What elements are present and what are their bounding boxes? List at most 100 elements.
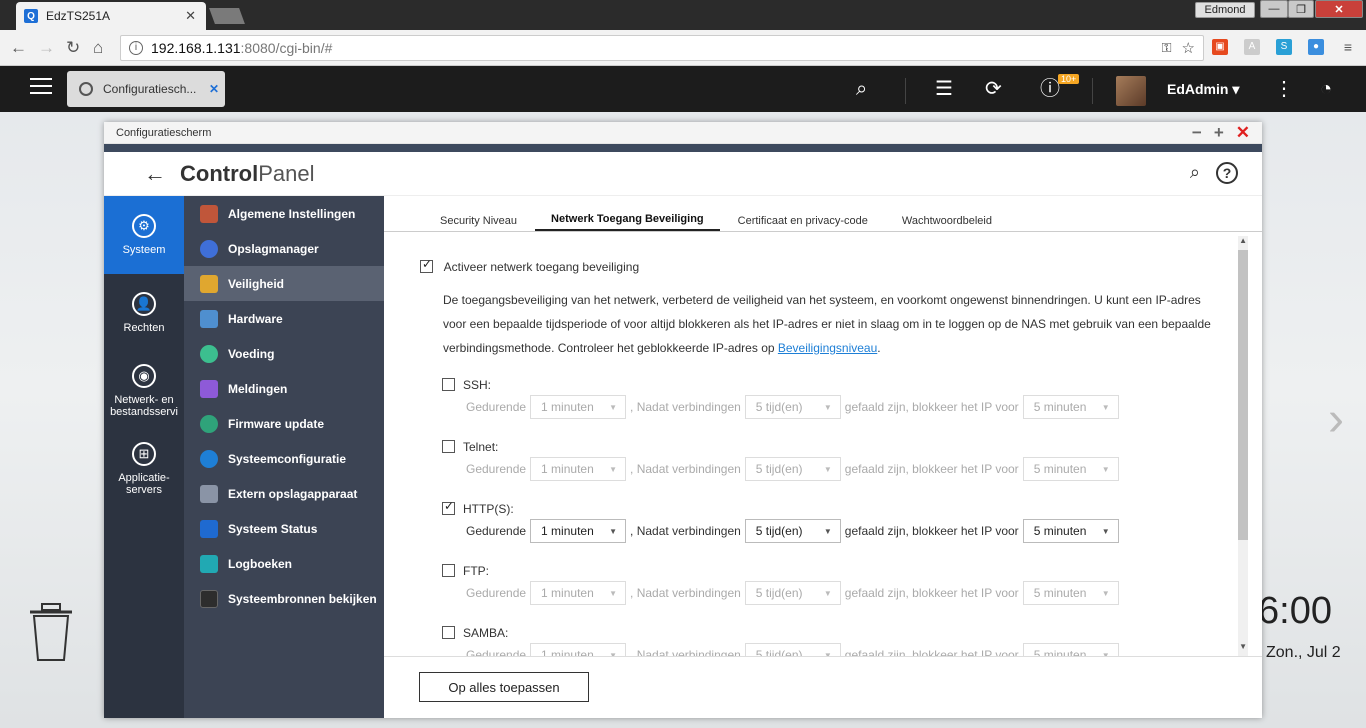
sidebar-item-logboeken[interactable]: Logboeken xyxy=(184,546,384,581)
username-dropdown[interactable]: EdAdmin ▾ xyxy=(1167,81,1239,98)
chrome-menu-icon[interactable]: ≡ xyxy=(1340,39,1356,55)
search-icon[interactable]: ⌕ xyxy=(1190,162,1200,183)
ftp-block-select[interactable]: 5 minuten ▼ xyxy=(1022,581,1119,605)
tasks-icon[interactable]: ☰ xyxy=(935,78,953,100)
ssh-checkbox[interactable] xyxy=(442,378,455,392)
footer-bar: Op alles toepassen xyxy=(384,656,1262,718)
star-icon[interactable]: ☆ xyxy=(1182,39,1195,57)
tab-security-niveau[interactable]: Security Niveau xyxy=(424,215,533,231)
sidebar-item-systeemconfiguratie[interactable]: Systeemconfiguratie xyxy=(184,441,384,476)
window-close-button[interactable]: ✕ xyxy=(1315,0,1363,18)
notifications-icon[interactable]: ⓘ xyxy=(1040,78,1060,100)
scroll-down-icon[interactable]: ▼ xyxy=(1239,642,1247,651)
lastpass-extension-icon[interactable]: ● xyxy=(1308,39,1324,55)
scrollbar-thumb[interactable] xyxy=(1238,250,1248,540)
minimize-icon[interactable]: − xyxy=(1192,123,1202,143)
more-options-icon[interactable]: ⋮ xyxy=(1274,78,1294,100)
backup-sync-icon[interactable]: ⟳ xyxy=(985,78,1002,100)
tab-wachtwoordbeleid[interactable]: Wachtwoordbeleid xyxy=(886,215,1008,231)
pdf-extension-icon[interactable]: A xyxy=(1244,39,1260,55)
beveiligingsniveau-link[interactable]: Beveiligingsniveau xyxy=(778,341,877,355)
home-icon[interactable]: ⌂ xyxy=(93,38,103,58)
https-attempts-select[interactable]: 5 tijd(en) ▼ xyxy=(744,519,841,543)
chevron-right-icon[interactable]: › xyxy=(1328,392,1344,447)
qnap-favicon-icon: Q xyxy=(24,9,38,23)
ssh-block-select[interactable]: 5 minuten ▼ xyxy=(1022,395,1119,419)
close-app-tab-icon[interactable]: ✕ xyxy=(209,82,219,96)
forward-arrow-icon[interactable]: → xyxy=(38,38,55,58)
sidebar-item-systeem[interactable]: ⚙ Systeem xyxy=(104,196,184,274)
ssh-row: SSH: xyxy=(442,378,491,392)
sidebar-item-veiligheid[interactable]: Veiligheid xyxy=(184,266,384,301)
address-bar[interactable]: i 192.168.1.131:8080/cgi-bin/# ⚿ ☆ xyxy=(120,35,1204,61)
telnet-checkbox[interactable] xyxy=(442,440,455,454)
telnet-block-select[interactable]: 5 minuten ▼ xyxy=(1022,457,1119,481)
reload-icon[interactable]: ↻ xyxy=(66,38,80,58)
office-extension-icon[interactable]: ▣ xyxy=(1212,39,1228,55)
app-tab-controlpanel[interactable]: Configuratiesch... ✕ xyxy=(67,71,225,107)
external-drive-icon xyxy=(200,484,218,503)
maximize-icon[interactable]: + xyxy=(1214,123,1224,143)
dashboard-gauge-icon[interactable]: ◔ xyxy=(1320,78,1332,100)
sidebar-item-label: Netwerk- en bestandsservi xyxy=(110,394,178,418)
sidebar-item-label: Systeem xyxy=(122,244,166,256)
sidebar-item-applicatie[interactable]: ⊞ Applicatie-servers xyxy=(104,430,184,508)
skype-extension-icon[interactable]: S xyxy=(1276,39,1292,55)
trash-icon[interactable] xyxy=(28,602,74,662)
window-maximize-button[interactable]: ❐ xyxy=(1288,0,1314,18)
samba-block-select[interactable]: 5 minuten ▼ xyxy=(1022,643,1119,656)
samba-checkbox[interactable] xyxy=(442,626,455,640)
sidebar-item-systeembronnen[interactable]: Systeembronnen bekijken xyxy=(184,581,384,616)
sidebar-item-algemene-instellingen[interactable]: Algemene Instellingen xyxy=(184,196,384,231)
ssh-attempts-select[interactable]: 5 tijd(en) ▼ xyxy=(744,395,841,419)
sidebar-item-label: Algemene Instellingen xyxy=(228,206,356,221)
sidebar-item-label: Voeding xyxy=(228,346,275,361)
https-block-select[interactable]: 5 minuten ▼ xyxy=(1022,519,1119,543)
sidebar-item-meldingen[interactable]: Meldingen xyxy=(184,371,384,406)
tab-certificaat[interactable]: Certificaat en privacy-code xyxy=(722,215,884,231)
https-checkbox[interactable] xyxy=(442,499,455,516)
scroll-up-icon[interactable]: ▲ xyxy=(1239,236,1247,245)
ftp-period-select[interactable]: 1 minuten ▼ xyxy=(530,581,627,605)
search-icon[interactable]: ⌕ xyxy=(856,78,867,100)
samba-attempts-select[interactable]: 5 tijd(en) ▼ xyxy=(744,643,841,656)
window-minimize-button[interactable]: — xyxy=(1260,0,1288,18)
back-arrow-icon[interactable]: ← xyxy=(10,38,27,58)
avatar[interactable] xyxy=(1116,76,1146,106)
sidebar-item-netwerk[interactable]: ◉ Netwerk- en bestandsservi xyxy=(104,352,184,430)
sidebar-item-hardware[interactable]: Hardware xyxy=(184,301,384,336)
enable-protection-checkbox[interactable] xyxy=(420,257,433,274)
sidebar-item-extern-opslagapparaat[interactable]: Extern opslagapparaat xyxy=(184,476,384,511)
sidebar-item-opslagmanager[interactable]: Opslagmanager xyxy=(184,231,384,266)
ftp-checkbox[interactable] xyxy=(442,564,455,578)
sidebar-item-voeding[interactable]: Voeding xyxy=(184,336,384,371)
close-tab-icon[interactable]: ✕ xyxy=(185,8,196,24)
ssh-period-select[interactable]: 1 minuten ▼ xyxy=(530,395,627,419)
sidebar-item-rechten[interactable]: 👤 Rechten xyxy=(104,274,184,352)
info-icon[interactable]: i xyxy=(129,41,143,55)
new-tab-button[interactable] xyxy=(209,8,245,24)
divider xyxy=(1092,78,1093,104)
samba-period-select[interactable]: 1 minuten ▼ xyxy=(530,643,627,656)
telnet-row: Telnet: xyxy=(442,440,498,454)
back-arrow-icon[interactable]: ← xyxy=(144,161,166,187)
apply-all-button[interactable]: Op alles toepassen xyxy=(419,672,589,702)
sidebar-item-systeem-status[interactable]: Systeem Status xyxy=(184,511,384,546)
sidebar-item-firmware-update[interactable]: Firmware update xyxy=(184,406,384,441)
close-icon[interactable]: ✕ xyxy=(1236,123,1250,143)
ftp-attempts-select[interactable]: 5 tijd(en) ▼ xyxy=(744,581,841,605)
telnet-attempts-select[interactable]: 5 tijd(en) ▼ xyxy=(744,457,841,481)
main-menu-icon[interactable] xyxy=(30,78,52,96)
telnet-period-select[interactable]: 1 minuten ▼ xyxy=(530,457,627,481)
settings-doc-icon xyxy=(200,204,218,223)
globe-icon: ◉ xyxy=(132,364,156,388)
profile-user-chip[interactable]: Edmond xyxy=(1195,2,1255,18)
tab-netwerk-toegang-beveiliging[interactable]: Netwerk Toegang Beveiliging xyxy=(535,213,720,231)
browser-tab[interactable]: Q EdzTS251A ✕ xyxy=(16,2,206,30)
protocol-label: FTP: xyxy=(463,564,489,578)
page-title: ControlPanel xyxy=(180,161,314,187)
help-icon[interactable]: ? xyxy=(1216,162,1238,184)
key-icon[interactable]: ⚿ xyxy=(1162,40,1172,56)
https-period-select[interactable]: 1 minuten ▼ xyxy=(530,519,627,543)
during-label: Gedurende xyxy=(466,462,527,476)
